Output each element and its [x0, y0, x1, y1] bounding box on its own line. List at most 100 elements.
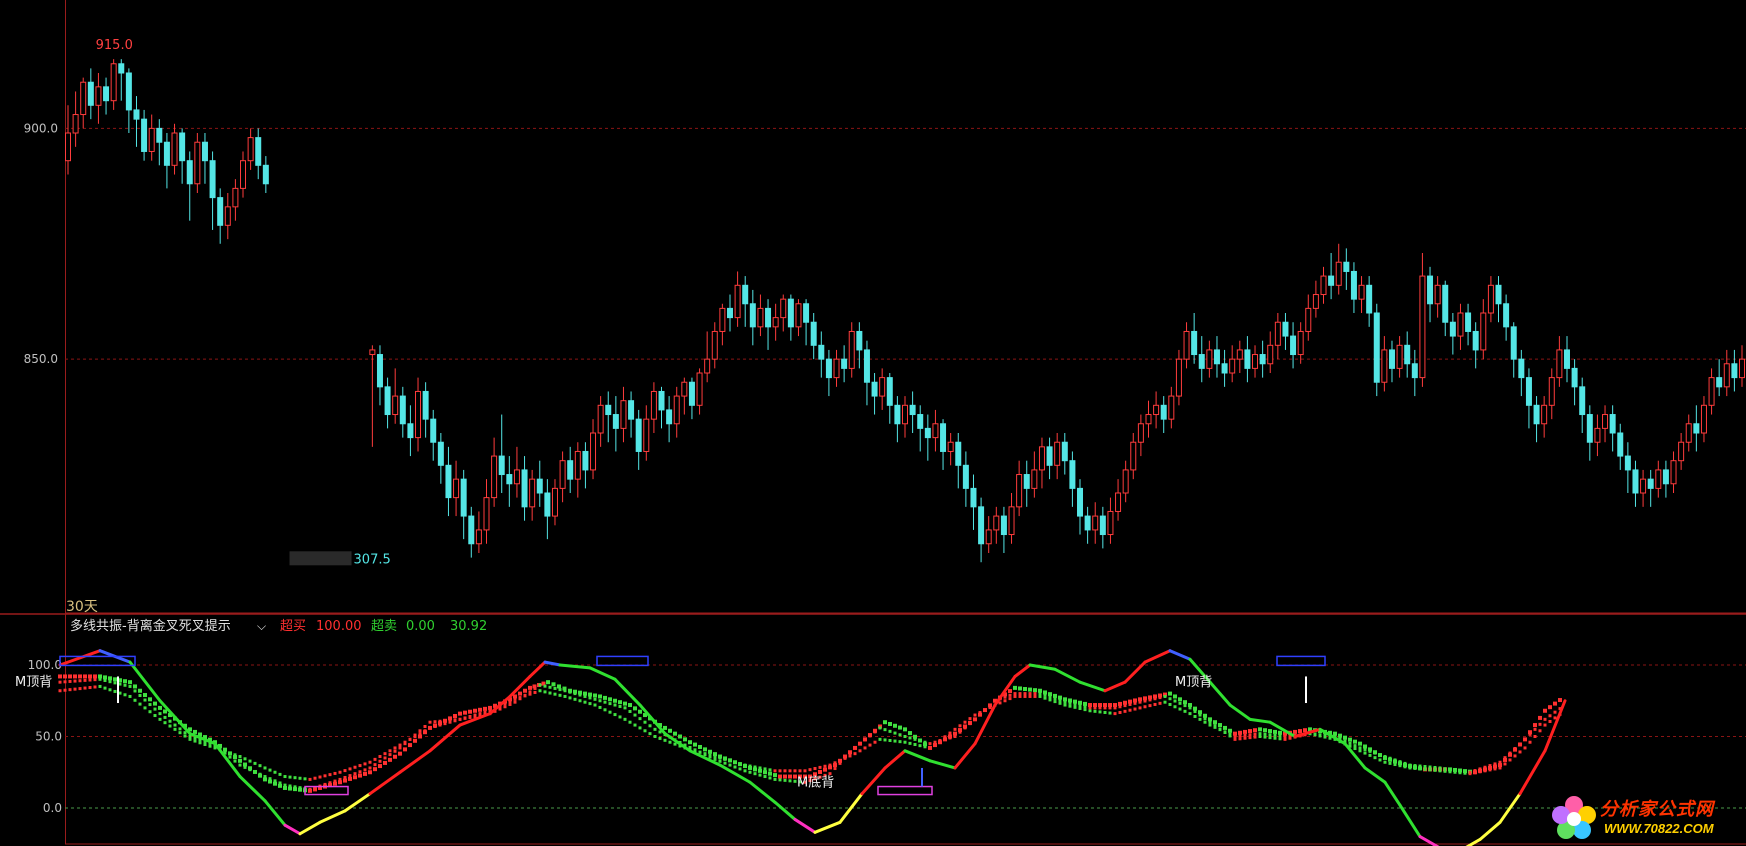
average-line-dot — [1163, 700, 1167, 704]
signal-line-dot — [648, 724, 652, 728]
main-line-segment — [1078, 680, 1107, 693]
average-line-dot — [803, 769, 807, 773]
average-line-dot — [288, 775, 292, 779]
signal-line-dot — [513, 700, 517, 704]
average-line-dot — [633, 706, 637, 711]
signal-line-dot — [573, 692, 577, 696]
average-line-dot — [58, 674, 62, 679]
average-line-dot — [148, 710, 152, 714]
average-line-dot — [638, 726, 642, 730]
average-line-dot — [753, 765, 757, 769]
candle-body — [605, 404, 612, 416]
candle-body — [673, 395, 680, 425]
average-line-dot — [873, 740, 877, 744]
high-price-label: 915.0 — [96, 38, 133, 53]
signal-line-dot — [1238, 737, 1242, 741]
average-line-dot — [778, 774, 782, 779]
candle-body — [780, 298, 787, 319]
signal-line-dot — [178, 727, 182, 731]
average-line-dot — [1353, 747, 1357, 751]
signal-line-dot — [933, 740, 937, 744]
signal-line-dot — [138, 694, 142, 698]
signal-line-dot — [1483, 765, 1487, 769]
candle-body — [1130, 441, 1137, 471]
signal-line-dot — [863, 738, 867, 742]
main-line-segment — [953, 742, 977, 770]
average-line-dot — [1238, 734, 1242, 738]
average-line-dot — [193, 729, 197, 734]
average-line-dot — [1503, 762, 1507, 766]
average-line-dot — [418, 732, 422, 736]
average-line-dot — [1343, 735, 1347, 740]
average-line-dot — [68, 688, 72, 692]
candle-body — [704, 358, 711, 374]
signal-line-dot — [843, 756, 847, 760]
signal-line-dot — [1493, 762, 1497, 766]
candle-body — [1396, 344, 1403, 369]
average-line-dot — [1413, 766, 1417, 770]
candle-body — [186, 160, 193, 185]
candle-body — [1099, 515, 1106, 536]
signal-line-dot — [1243, 736, 1247, 740]
average-line-dot — [1348, 737, 1352, 742]
candle-body — [1731, 363, 1738, 379]
candle-body — [1221, 363, 1228, 374]
average-line-dot — [138, 688, 142, 693]
average-line-dot — [1258, 727, 1262, 732]
signal-line-dot — [1123, 704, 1127, 708]
candle-body — [962, 464, 969, 489]
signal-line-dot — [308, 787, 312, 791]
signal-line-dot — [1023, 692, 1027, 696]
average-line-dot — [598, 694, 602, 699]
average-line-dot — [908, 731, 912, 736]
main-line-segment — [428, 723, 462, 753]
signal-line-dot — [698, 750, 702, 754]
average-line-dot — [333, 771, 337, 775]
signal-line-dot — [343, 775, 347, 779]
signal-line-dot — [988, 703, 992, 707]
average-line-dot — [898, 740, 902, 744]
main-line-segment — [860, 766, 887, 796]
signal-line-dot — [63, 680, 67, 684]
candle-body — [1708, 377, 1715, 406]
average-line-dot — [573, 697, 577, 701]
candle-body — [1662, 469, 1669, 485]
candle-body — [513, 469, 520, 485]
average-line-dot — [1173, 705, 1177, 709]
indicator-title[interactable]: 多线共振-背离金叉死叉提示 — [70, 618, 231, 634]
indicator-legend: 多线共振-背离金叉死叉提示 ⌵ 超买 100.00 超卖 0.00 30.92 — [70, 618, 487, 634]
average-line-dot — [373, 767, 377, 772]
average-line-dot — [383, 760, 387, 765]
average-line-dot — [1363, 751, 1367, 755]
candle-body — [1000, 515, 1007, 536]
average-line-dot — [628, 703, 632, 708]
candle-body — [666, 409, 673, 425]
candle-body — [376, 354, 383, 388]
signal-line-dot — [1028, 692, 1032, 696]
main-line-segment — [1363, 766, 1387, 784]
dropdown-chevron-icon[interactable]: ⌵ — [257, 619, 266, 633]
average-line-dot — [1108, 711, 1112, 715]
signal-line-dot — [1318, 733, 1322, 737]
average-line-dot — [558, 693, 562, 697]
average-line-dot — [163, 709, 167, 714]
signal-line-dot — [83, 678, 87, 682]
average-line-dot — [133, 698, 137, 702]
average-line-dot — [1358, 741, 1362, 746]
average-line-dot — [968, 717, 972, 721]
average-line-dot — [158, 705, 162, 710]
average-line-dot — [1538, 729, 1542, 733]
average-line-dot — [358, 764, 362, 768]
candle-body — [1350, 270, 1357, 300]
average-line-dot — [273, 770, 277, 774]
signal-line-dot — [1138, 700, 1142, 704]
signal-line-dot — [438, 719, 442, 723]
candle-body — [544, 492, 551, 517]
candle-body — [163, 141, 170, 166]
signal-line-dot — [1073, 702, 1077, 706]
signal-line-dot — [1113, 706, 1117, 710]
average-line-dot — [863, 746, 867, 750]
candle-body — [247, 137, 254, 162]
average-line-dot — [1273, 729, 1277, 734]
main-line-segment — [318, 809, 347, 824]
